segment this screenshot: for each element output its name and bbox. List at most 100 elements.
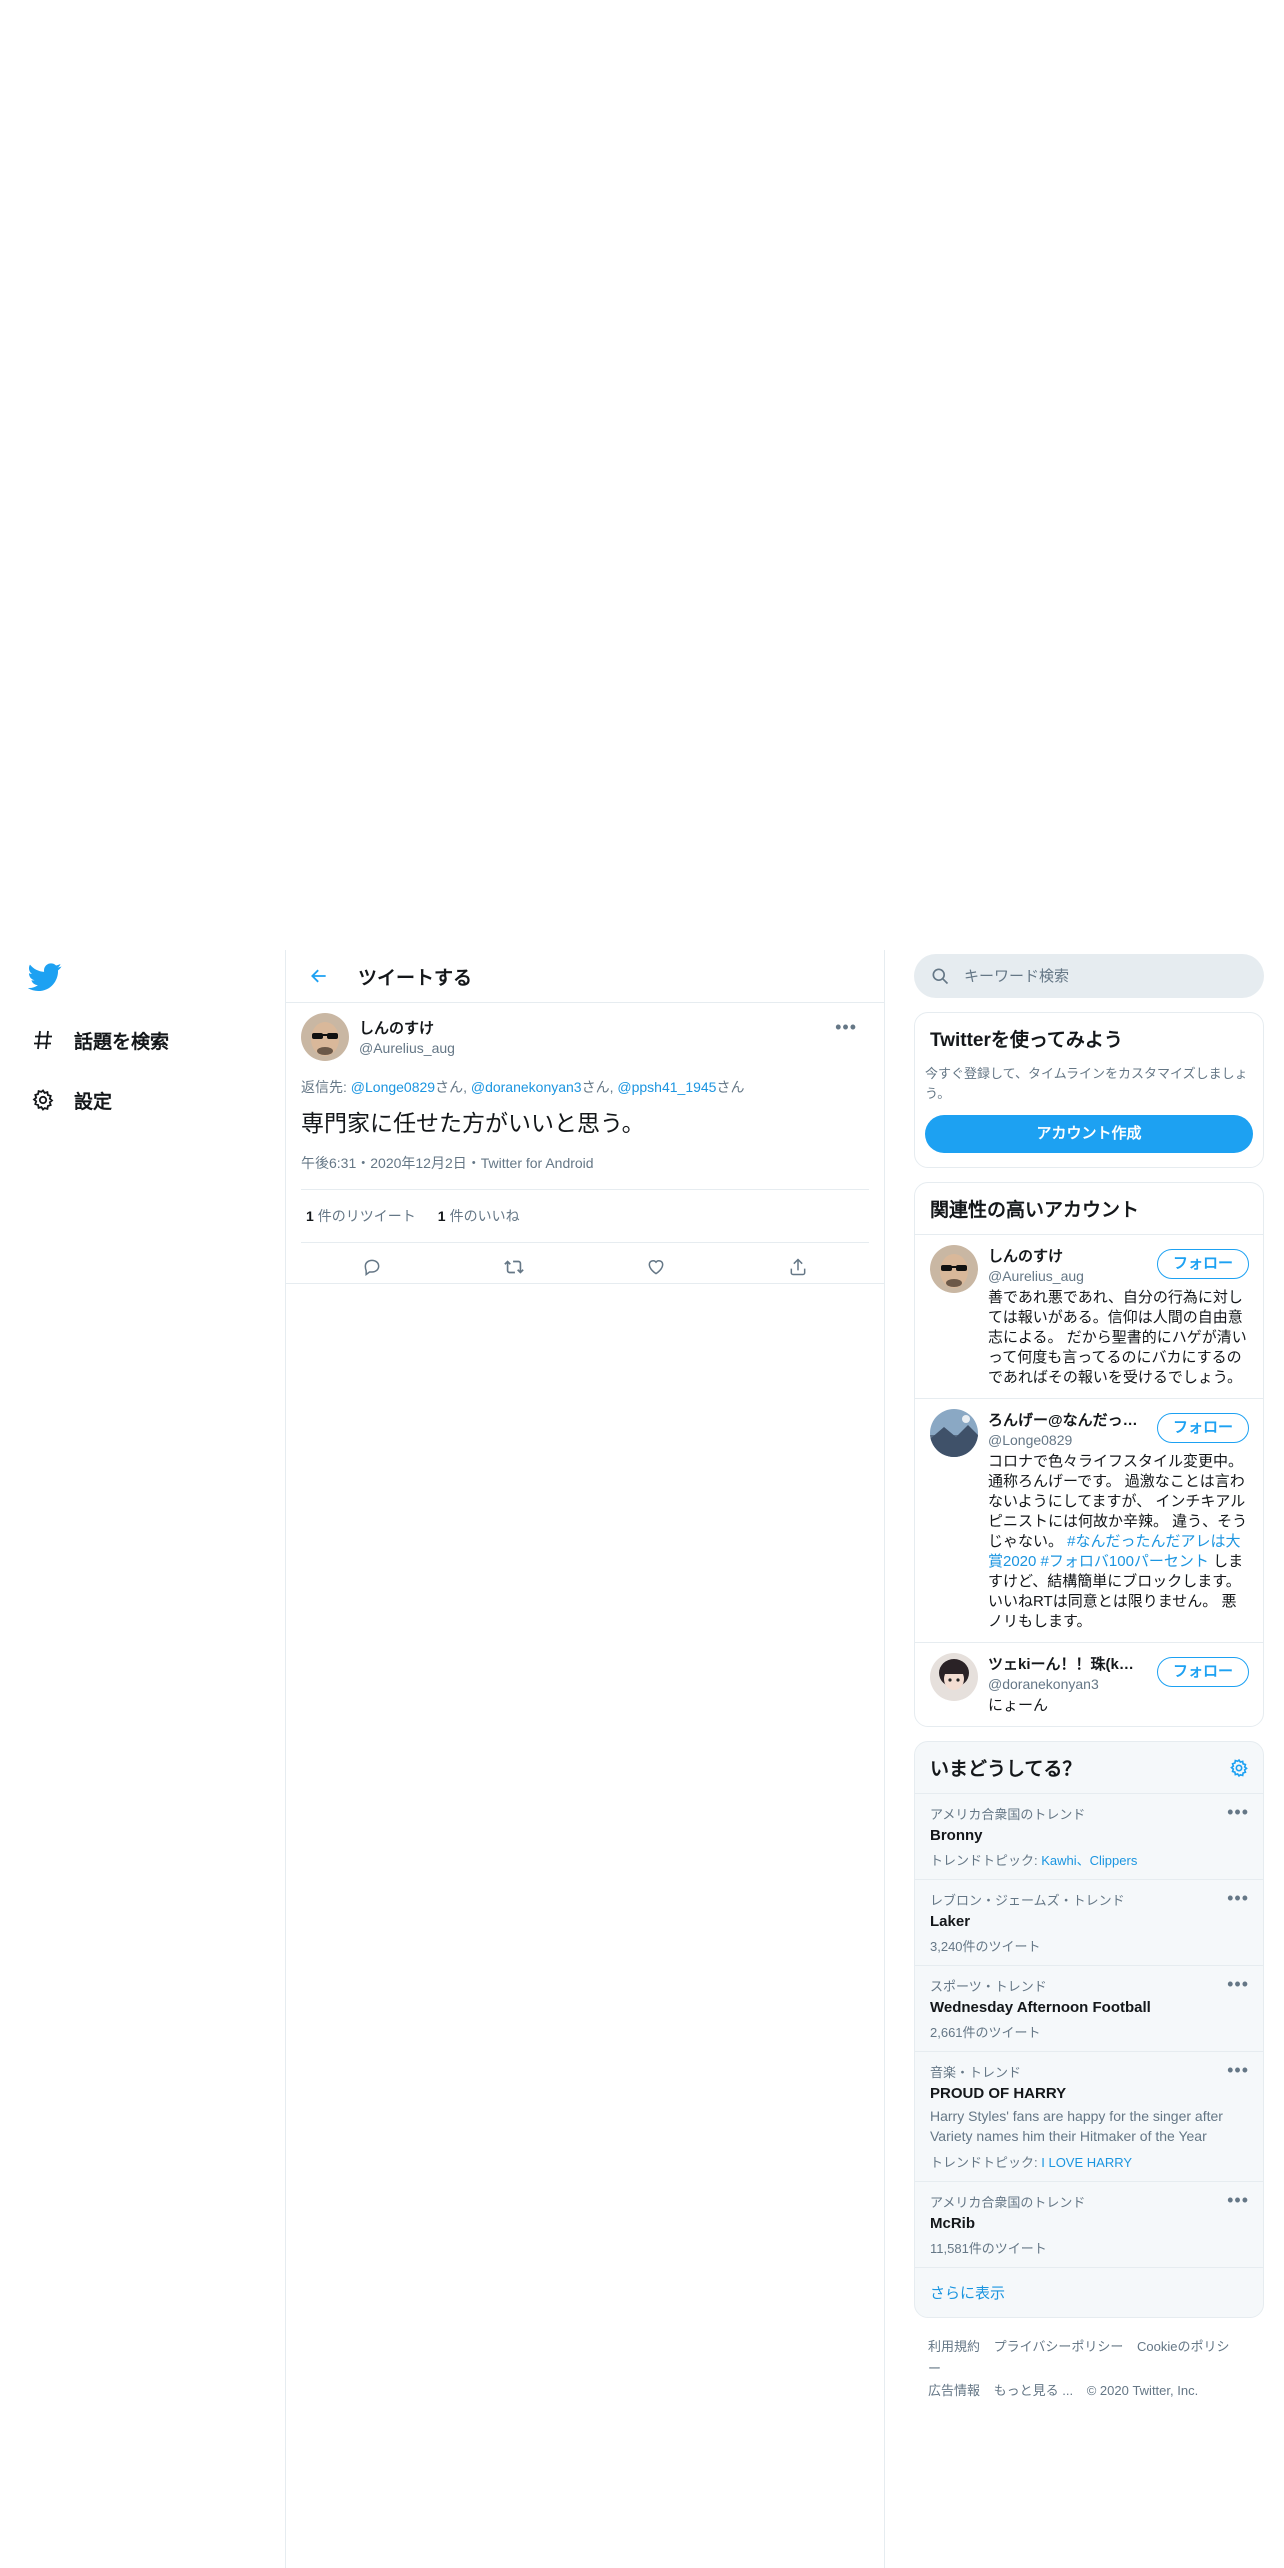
create-account-button[interactable]: アカウント作成: [925, 1115, 1253, 1153]
hashtag-icon: [28, 1025, 58, 1055]
retweet-icon: [504, 1260, 524, 1274]
gear-icon[interactable]: [1229, 1758, 1249, 1778]
relevant-accounts-title: 関連性の高いアカウント: [930, 1200, 1140, 1221]
trend-topic-links[interactable]: Kawhi、Clippers: [1041, 1853, 1137, 1868]
retweets-label: 件のリツイート: [317, 1207, 416, 1224]
tweet-header: しんのすけ @Aurelius_aug •••: [301, 1013, 869, 1061]
signup-title: Twitterを使ってみよう: [930, 1030, 1123, 1051]
more-options-icon[interactable]: •••: [1227, 1888, 1249, 1909]
avatar[interactable]: [930, 1409, 978, 1457]
trend-topics: トレンドトピック: I LOVE HARRY: [930, 2152, 1248, 2171]
left-navigation: 話題を検索 設定: [0, 950, 286, 2568]
follow-button[interactable]: フォロー: [1157, 1413, 1249, 1443]
account-item[interactable]: ろんげー@なんだったんだアレは大賞2020 @Longe0829 コロナで色々ラ…: [915, 1398, 1263, 1642]
tweet-detail: しんのすけ @Aurelius_aug ••• 返信先: @Longe0829さ…: [286, 1003, 884, 1291]
reply-mention-link[interactable]: @ppsh41_1945: [617, 1079, 716, 1095]
nav-item-explore[interactable]: 話題を検索: [28, 1020, 169, 1060]
footer-link[interactable]: もっと見る ...: [994, 2383, 1073, 2398]
reply-mention-link[interactable]: @Longe0829: [351, 1079, 435, 1095]
signup-description: 今すぐ登録して、タイムラインをカスタマイズしましょう。: [925, 1066, 1248, 1101]
trend-name: Laker: [930, 1913, 971, 1930]
trend-description: Harry Styles' fans are happy for the sin…: [930, 2108, 1223, 2144]
replying-prefix: 返信先:: [301, 1079, 351, 1095]
footer-link[interactable]: プライバシーポリシー: [994, 2339, 1124, 2354]
trend-item[interactable]: 音楽・トレンド PROUD OF HARRY Harry Styles' fan…: [915, 2051, 1263, 2181]
share-button[interactable]: [780, 1249, 816, 1285]
trend-name: PROUD OF HARRY: [930, 2085, 1067, 2102]
reply-button[interactable]: [354, 1249, 390, 1285]
reply-suffix: さん,: [435, 1079, 471, 1095]
reply-suffix: さん,: [581, 1079, 618, 1095]
trend-topics-label: トレンドトピック:: [930, 1853, 1042, 1868]
replying-to: 返信先: @Longe0829さん, @doranekonyan3さん, @pp…: [301, 1077, 869, 1097]
main-column: ツイートする しんのすけ @Aurelius_aug ••• 返信先: @Lon…: [285, 950, 885, 2568]
account-item[interactable]: ツェkiーん！！珠(kiki) @doranekonyan3 にょーん フォロー: [915, 1642, 1263, 1726]
tweet-stats: 1 件のリツイート 1 件のいいね: [301, 1190, 869, 1243]
account-bio: コロナで色々ライフスタイル変更中。通称ろんげーです。 過激なことは言わないように…: [988, 1452, 1248, 1632]
twitter-logo-icon[interactable]: [27, 960, 62, 994]
trend-item[interactable]: スポーツ・トレンド Wednesday Afternoon Football 2…: [915, 1965, 1263, 2051]
tweet-timestamp[interactable]: 午後6:31・2020年12月2日・Twitter for Android: [301, 1153, 869, 1190]
trend-tweet-count: 11,581件のツイート: [930, 2241, 1047, 2256]
account-name[interactable]: ツェkiーん！！珠(kiki): [988, 1653, 1138, 1674]
trend-item[interactable]: レブロン・ジェームズ・トレンド Laker 3,240件のツイート •••: [915, 1879, 1263, 1965]
search-box[interactable]: [914, 954, 1264, 998]
more-options-icon[interactable]: •••: [1227, 1802, 1249, 1823]
page-title: ツイートする: [358, 967, 473, 989]
tweet-text: 専門家に任せた方がいいと思う。: [301, 1110, 645, 1136]
avatar[interactable]: [930, 1245, 978, 1293]
more-options-icon[interactable]: •••: [835, 1017, 857, 1038]
back-button[interactable]: [302, 959, 336, 993]
footer-link[interactable]: 広告情報: [928, 2383, 980, 2398]
trend-item[interactable]: アメリカ合衆国のトレンド McRib 11,581件のツイート •••: [915, 2181, 1263, 2267]
author-name[interactable]: しんのすけ: [359, 1017, 455, 1038]
heart-icon: [648, 1259, 664, 1275]
signup-card: Twitterを使ってみよう 今すぐ登録して、タイムラインをカスタマイズしましょ…: [914, 1012, 1264, 1168]
right-sidebar: Twitterを使ってみよう 今すぐ登録して、タイムラインをカスタマイズしましょ…: [914, 950, 1264, 2420]
likes-label: 件のいいね: [449, 1207, 520, 1224]
trend-category: アメリカ合衆国のトレンド: [930, 2195, 1086, 2210]
retweets-number: 1: [306, 1207, 314, 1224]
nav-item-label: 設定: [74, 1091, 113, 1113]
account-item[interactable]: しんのすけ @Aurelius_aug 善であれ悪であれ、自分の行為に対しては報…: [915, 1234, 1263, 1398]
more-options-icon[interactable]: •••: [1227, 1974, 1249, 1995]
divider: [286, 1283, 884, 1284]
arrow-left-icon: [311, 969, 326, 983]
avatar[interactable]: [930, 1653, 978, 1701]
trend-topics: トレンドトピック: Kawhi、Clippers: [930, 1850, 1248, 1869]
search-input[interactable]: [964, 967, 1224, 985]
more-options-icon[interactable]: •••: [1227, 2060, 1249, 2081]
account-name[interactable]: ろんげー@なんだったんだアレは大賞2020: [988, 1409, 1138, 1430]
trend-name: McRib: [930, 2215, 975, 2232]
trend-name: Bronny: [930, 1827, 983, 1844]
copyright: © 2020 Twitter, Inc.: [1086, 2383, 1199, 2398]
account-bio: にょーん: [988, 1697, 1049, 1714]
likes-count[interactable]: 1 件のいいね: [438, 1206, 520, 1226]
trend-topics-label: トレンドトピック:: [930, 2155, 1042, 2170]
trend-topic-links[interactable]: I LOVE HARRY: [1041, 2155, 1132, 2170]
avatar[interactable]: [301, 1013, 349, 1061]
retweets-count[interactable]: 1 件のリツイート: [306, 1206, 416, 1226]
like-button[interactable]: [638, 1249, 674, 1285]
more-options-icon[interactable]: •••: [1227, 2190, 1249, 2211]
show-more-link[interactable]: さらに表示: [915, 2267, 1263, 2317]
relevant-accounts-card: 関連性の高いアカウント しんのすけ @Aurelius_aug 善であれ悪であれ…: [914, 1182, 1264, 1727]
footer-link[interactable]: 利用規約: [928, 2339, 980, 2354]
account-name[interactable]: しんのすけ: [988, 1245, 1138, 1266]
gear-icon: [28, 1085, 58, 1115]
author-handle[interactable]: @Aurelius_aug: [359, 1040, 455, 1056]
footer: 利用規約 プライバシーポリシー Cookieのポリシー 広告情報 もっと見る .…: [914, 2318, 1264, 2420]
reply-suffix: さん: [716, 1079, 745, 1095]
trend-tweet-count: 3,240件のツイート: [930, 1939, 1041, 1954]
likes-number: 1: [437, 1207, 446, 1224]
trend-category: 音楽・トレンド: [930, 2065, 1022, 2080]
trends-card: いまどうしてる？ アメリカ合衆国のトレンド Bronny トレンドトピック: K…: [914, 1741, 1264, 2318]
retweet-button[interactable]: [496, 1249, 532, 1285]
account-bio: 善であれ悪であれ、自分の行為に対しては報いがある。信仰は人間の自由意志による。 …: [988, 1289, 1247, 1386]
reply-mention-link[interactable]: @doranekonyan3: [471, 1079, 582, 1095]
trend-item[interactable]: アメリカ合衆国のトレンド Bronny トレンドトピック: Kawhi、Clip…: [915, 1793, 1263, 1879]
reply-icon: [364, 1259, 380, 1276]
follow-button[interactable]: フォロー: [1157, 1249, 1249, 1279]
follow-button[interactable]: フォロー: [1157, 1657, 1249, 1687]
nav-item-settings[interactable]: 設定: [28, 1080, 112, 1120]
